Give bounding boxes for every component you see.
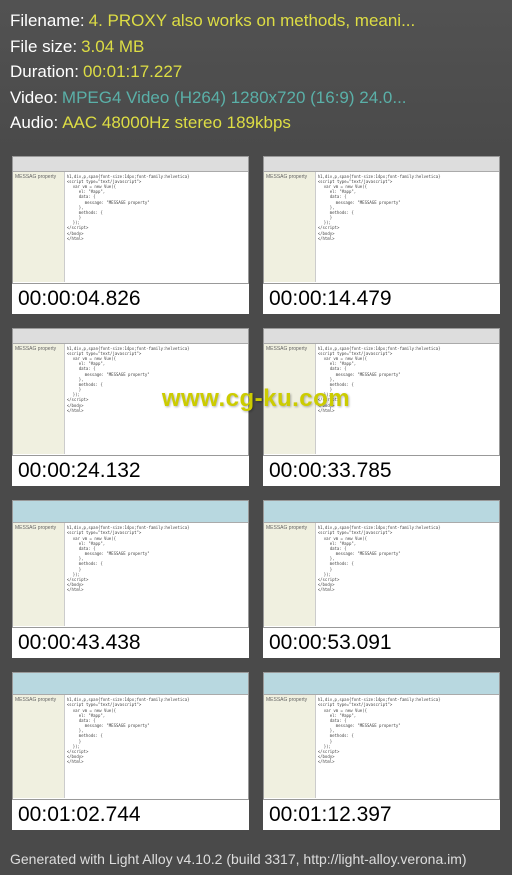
thumbnail-preview[interactable]: MESSAG propertyh1,div,p,span{font-size:1… — [263, 328, 500, 456]
video-label: Video: — [10, 85, 58, 111]
thumbnail-timestamp: 00:00:14.479 — [263, 284, 500, 314]
thumbnail-preview[interactable]: MESSAG propertyh1,div,p,span{font-size:1… — [263, 500, 500, 628]
thumbnail-item[interactable]: MESSAG propertyh1,div,p,span{font-size:1… — [263, 672, 500, 830]
thumbnail-preview[interactable]: MESSAG propertyh1,div,p,span{font-size:1… — [12, 328, 249, 456]
video-row: Video: MPEG4 Video (H264) 1280x720 (16:9… — [10, 85, 502, 111]
audio-value: AAC 48000Hz stereo 189kbps — [62, 110, 291, 136]
filename-label: Filename: — [10, 8, 85, 34]
thumbnail-timestamp: 00:00:33.785 — [263, 456, 500, 486]
video-value: MPEG4 Video (H264) 1280x720 (16:9) 24.0.… — [62, 85, 407, 111]
duration-label: Duration: — [10, 59, 79, 85]
thumbnail-item[interactable]: MESSAG propertyh1,div,p,span{font-size:1… — [12, 156, 249, 314]
thumbnail-timestamp: 00:01:02.744 — [12, 800, 249, 830]
filesize-label: File size: — [10, 34, 77, 60]
thumbnail-preview[interactable]: MESSAG propertyh1,div,p,span{font-size:1… — [12, 672, 249, 800]
thumbnail-timestamp: 00:00:53.091 — [263, 628, 500, 658]
duration-row: Duration: 00:01:17.227 — [10, 59, 502, 85]
filename-row: Filename: 4. PROXY also works on methods… — [10, 8, 502, 34]
thumbnail-item[interactable]: MESSAG propertyh1,div,p,span{font-size:1… — [12, 672, 249, 830]
generator-footer: Generated with Light Alloy v4.10.2 (buil… — [0, 843, 512, 875]
thumbnail-timestamp: 00:00:43.438 — [12, 628, 249, 658]
file-info-header: Filename: 4. PROXY also works on methods… — [0, 0, 512, 152]
thumbnail-item[interactable]: MESSAG propertyh1,div,p,span{font-size:1… — [263, 500, 500, 658]
audio-row: Audio: AAC 48000Hz stereo 189kbps — [10, 110, 502, 136]
thumbnail-timestamp: 00:00:04.826 — [12, 284, 249, 314]
thumbnail-item[interactable]: MESSAG propertyh1,div,p,span{font-size:1… — [12, 500, 249, 658]
filesize-row: File size: 3.04 MB — [10, 34, 502, 60]
thumbnail-item[interactable]: MESSAG propertyh1,div,p,span{font-size:1… — [263, 328, 500, 486]
thumbnail-timestamp: 00:00:24.132 — [12, 456, 249, 486]
thumbnail-timestamp: 00:01:12.397 — [263, 800, 500, 830]
thumbnail-item[interactable]: MESSAG propertyh1,div,p,span{font-size:1… — [12, 328, 249, 486]
audio-label: Audio: — [10, 110, 58, 136]
thumbnail-preview[interactable]: MESSAG propertyh1,div,p,span{font-size:1… — [12, 500, 249, 628]
thumbnail-item[interactable]: MESSAG propertyh1,div,p,span{font-size:1… — [263, 156, 500, 314]
thumbnail-preview[interactable]: MESSAG propertyh1,div,p,span{font-size:1… — [12, 156, 249, 284]
filesize-value: 3.04 MB — [81, 34, 144, 60]
filename-value: 4. PROXY also works on methods, meani... — [89, 8, 416, 34]
duration-value: 00:01:17.227 — [83, 59, 182, 85]
thumbnail-grid: MESSAG propertyh1,div,p,span{font-size:1… — [0, 152, 512, 834]
thumbnail-preview[interactable]: MESSAG propertyh1,div,p,span{font-size:1… — [263, 156, 500, 284]
thumbnail-preview[interactable]: MESSAG propertyh1,div,p,span{font-size:1… — [263, 672, 500, 800]
